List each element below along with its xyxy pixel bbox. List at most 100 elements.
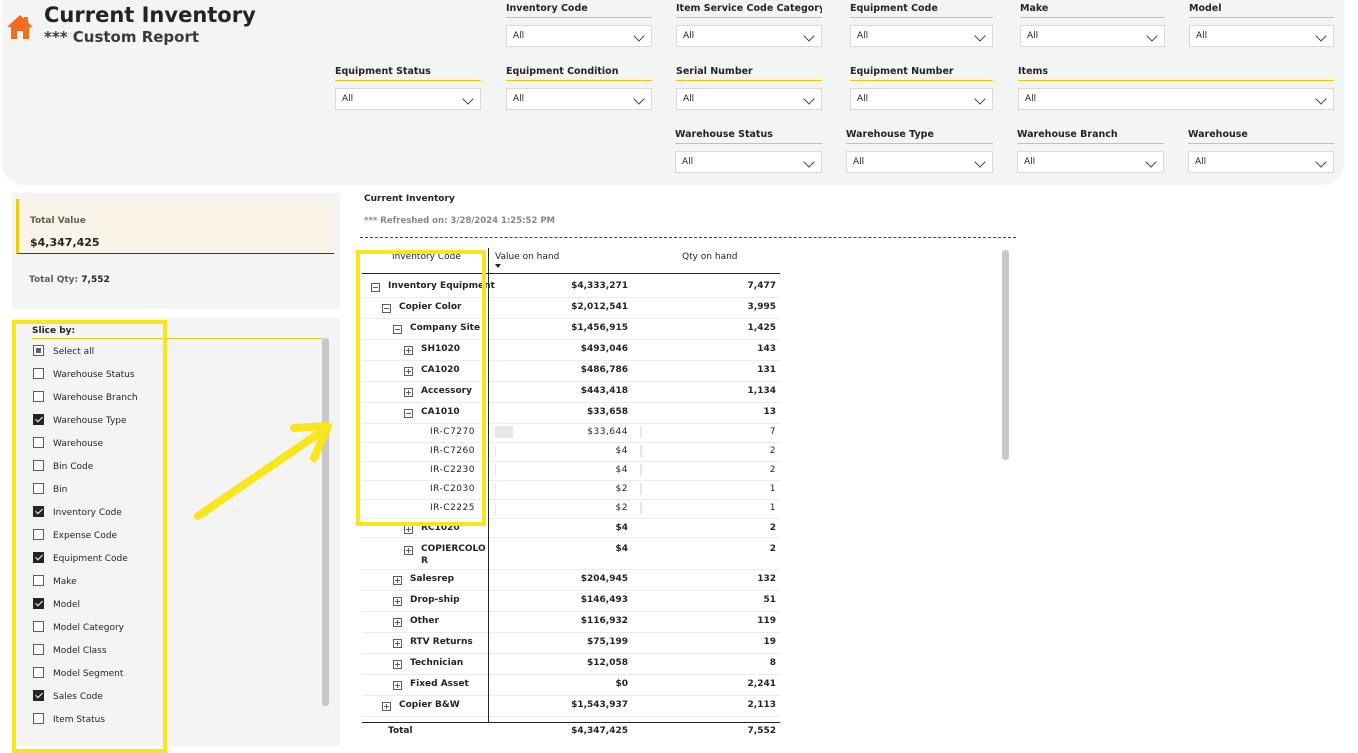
slice-option[interactable]: Warehouse — [33, 437, 103, 453]
collapse-icon[interactable] — [404, 409, 413, 418]
checkbox-icon[interactable] — [33, 575, 44, 586]
total-value-panel: Total Value $4,347,425 — [16, 199, 334, 254]
filter-dropdown[interactable]: All — [506, 88, 652, 110]
matrix-scrollbar[interactable] — [1002, 250, 1009, 460]
row-label: SH1020 — [421, 344, 461, 354]
slice-option[interactable]: Warehouse Type — [33, 414, 127, 430]
filter-dropdown[interactable]: All — [850, 88, 993, 110]
expand-icon[interactable] — [393, 597, 402, 606]
filter-dropdown[interactable]: All — [846, 151, 993, 173]
expand-icon[interactable] — [404, 546, 413, 555]
chevron-down-icon — [633, 93, 645, 105]
expand-icon[interactable] — [393, 618, 402, 627]
slice-option[interactable]: Make — [33, 575, 77, 591]
value-cell: $1,543,937 — [571, 700, 628, 710]
slice-option[interactable]: Model Class — [33, 644, 107, 660]
filter-dropdown[interactable]: All — [676, 88, 822, 110]
expand-icon[interactable] — [404, 346, 413, 355]
filter-label: Item Service Code Category — [676, 3, 822, 18]
checkbox-icon[interactable] — [33, 391, 44, 402]
slice-option[interactable]: Expense Code — [33, 529, 117, 545]
filter-dropdown[interactable]: All — [1188, 151, 1334, 173]
qty-cell: 7 — [769, 427, 776, 437]
checkbox-icon[interactable] — [33, 713, 44, 724]
slice-option[interactable]: Model Category — [33, 621, 124, 637]
filter-label: Equipment Code — [850, 3, 993, 18]
expand-icon[interactable] — [393, 660, 402, 669]
header-qty-on-hand[interactable]: Qty on hand — [682, 252, 738, 262]
checkbox-icon[interactable] — [33, 529, 44, 540]
filter-dropdown[interactable]: All — [1020, 25, 1165, 47]
filter-dropdown[interactable]: All — [675, 151, 822, 173]
filter-value: All — [857, 31, 869, 41]
filter-dropdown[interactable]: All — [1189, 25, 1334, 47]
qty-cell: 1,425 — [747, 323, 776, 333]
collapse-icon[interactable] — [371, 283, 380, 292]
filter-label: Model — [1189, 3, 1334, 18]
checkbox-icon[interactable] — [33, 690, 44, 701]
slice-option[interactable]: Item Status — [33, 713, 105, 729]
slice-option-label: Model Category — [53, 623, 124, 633]
slice-option[interactable]: Warehouse Status — [33, 368, 135, 384]
expand-icon[interactable] — [393, 639, 402, 648]
checkbox-icon[interactable] — [33, 414, 44, 425]
slice-option[interactable]: Model — [33, 598, 80, 614]
filter-slicer: Warehouse All — [1188, 129, 1334, 173]
value-databar — [495, 483, 496, 495]
filter-value: All — [1025, 94, 1037, 104]
header-value-on-hand[interactable]: Value on hand — [495, 252, 559, 262]
filter-dropdown[interactable]: All — [335, 88, 481, 110]
checkbox-icon[interactable] — [33, 345, 44, 356]
expand-icon[interactable] — [393, 576, 402, 585]
filter-value: All — [342, 94, 354, 104]
checkbox-icon[interactable] — [33, 598, 44, 609]
qty-databar — [640, 483, 642, 495]
total-label: Total — [388, 726, 413, 736]
slice-option[interactable]: Sales Code — [33, 690, 103, 706]
expand-icon[interactable] — [404, 367, 413, 376]
checkbox-icon[interactable] — [33, 644, 44, 655]
slice-option-label: Item Status — [53, 715, 106, 725]
value-cell: $2 — [615, 503, 628, 513]
filter-dropdown[interactable]: All — [506, 25, 652, 47]
slice-option[interactable]: Select all — [33, 345, 94, 361]
checkbox-icon[interactable] — [33, 368, 44, 379]
total-value-cell: $4,347,425 — [571, 726, 628, 736]
slice-option[interactable]: Warehouse Branch — [33, 391, 138, 407]
slice-option[interactable]: Model Segment — [33, 667, 123, 683]
row-label: Salesrep — [410, 574, 455, 584]
filter-dropdown[interactable]: All — [1017, 151, 1164, 173]
filter-dropdown[interactable]: All — [676, 25, 822, 47]
slice-option-label: Warehouse Status — [53, 370, 135, 380]
home-icon[interactable] — [6, 14, 34, 40]
slice-option[interactable]: Bin — [33, 483, 67, 499]
filter-dropdown[interactable]: All — [1018, 88, 1334, 110]
filter-dropdown[interactable]: All — [850, 25, 993, 47]
checkbox-icon[interactable] — [33, 621, 44, 632]
checkbox-icon[interactable] — [33, 483, 44, 494]
checkbox-icon[interactable] — [33, 460, 44, 471]
expand-icon[interactable] — [393, 681, 402, 690]
header-inventory-code[interactable]: Inventory Code — [392, 252, 461, 262]
collapse-icon[interactable] — [382, 304, 391, 313]
total-value: $4,347,425 — [30, 236, 100, 249]
slice-option[interactable]: Inventory Code — [33, 506, 122, 522]
checkbox-icon[interactable] — [33, 506, 44, 517]
chevron-down-icon — [1315, 156, 1327, 168]
checkbox-icon[interactable] — [33, 667, 44, 678]
row-label: IR-C2230 — [430, 465, 475, 475]
filter-slicer: Model All — [1189, 3, 1334, 47]
table-row: Inventory Equipment $4,333,271 7,477 — [362, 276, 780, 298]
slice-option-label: Bin Code — [53, 462, 94, 472]
checkbox-icon[interactable] — [33, 437, 44, 448]
expand-icon[interactable] — [404, 525, 413, 534]
slice-option[interactable]: Bin Code — [33, 460, 93, 476]
filter-label: Equipment Number — [850, 66, 993, 81]
value-databar — [495, 445, 496, 457]
checkbox-icon[interactable] — [33, 552, 44, 563]
expand-icon[interactable] — [382, 702, 391, 711]
value-cell: $146,493 — [580, 595, 628, 605]
slice-option[interactable]: Equipment Code — [33, 552, 128, 568]
collapse-icon[interactable] — [393, 325, 402, 334]
expand-icon[interactable] — [404, 388, 413, 397]
